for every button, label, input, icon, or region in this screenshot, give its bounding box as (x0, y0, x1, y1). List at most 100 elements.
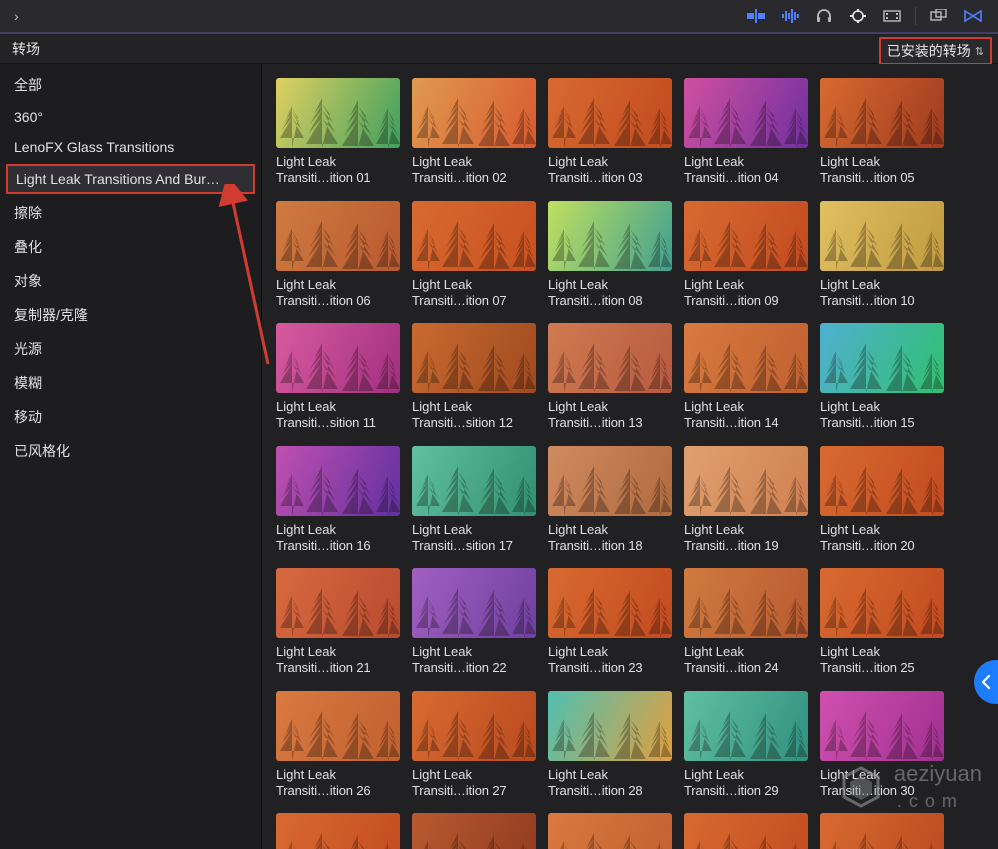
sidebar-item[interactable]: 叠化 (0, 230, 261, 264)
transition-thumb-cell[interactable]: Light LeakTransiti…ition 05 (820, 78, 944, 187)
transition-thumbnail[interactable] (684, 446, 808, 516)
transition-thumb-cell[interactable] (684, 813, 808, 849)
transition-thumbnail[interactable] (548, 691, 672, 761)
transition-thumbnail[interactable] (820, 201, 944, 271)
transition-thumb-cell[interactable]: Light LeakTransiti…ition 07 (412, 201, 536, 310)
transition-thumb-cell[interactable]: Light LeakTransiti…ition 04 (684, 78, 808, 187)
transition-thumb-cell[interactable]: Light LeakTransiti…sition 17 (412, 446, 536, 555)
transition-label: Light LeakTransiti…ition 29 (684, 767, 808, 800)
sidebar-item[interactable]: 模糊 (0, 366, 261, 400)
transition-thumb-cell[interactable]: Light LeakTransiti…ition 27 (412, 691, 536, 800)
transition-thumb-cell[interactable]: Light LeakTransiti…ition 28 (548, 691, 672, 800)
installed-dropdown[interactable]: 已安装的转场 ⇅ (879, 37, 992, 65)
transition-thumbnail[interactable] (276, 813, 400, 849)
transition-thumbnail[interactable] (684, 201, 808, 271)
color-wheel-icon[interactable] (845, 6, 871, 26)
transition-thumbnail[interactable] (684, 568, 808, 638)
transition-thumbnail[interactable] (820, 568, 944, 638)
transition-thumbnail[interactable] (820, 78, 944, 148)
transition-label: Light LeakTransiti…ition 01 (276, 154, 400, 187)
transition-thumbnail[interactable] (684, 813, 808, 849)
sidebar-item[interactable]: Light Leak Transitions And Bur… (6, 164, 255, 194)
transition-thumbnail[interactable] (548, 323, 672, 393)
transition-thumbnail[interactable] (412, 568, 536, 638)
transition-thumbnail[interactable] (276, 201, 400, 271)
transition-thumb-cell[interactable]: Light LeakTransiti…ition 09 (684, 201, 808, 310)
transition-thumb-cell[interactable]: Light LeakTransiti…ition 30 (820, 691, 944, 800)
transition-thumb-cell[interactable]: Light LeakTransiti…ition 22 (412, 568, 536, 677)
transition-thumb-cell[interactable]: Light LeakTransiti…ition 13 (548, 323, 672, 432)
transition-thumb-cell[interactable]: Light LeakTransiti…ition 15 (820, 323, 944, 432)
transition-thumbnail[interactable] (684, 78, 808, 148)
transition-thumb-cell[interactable] (276, 813, 400, 849)
transition-thumbnail[interactable] (820, 446, 944, 516)
transition-thumb-cell[interactable]: Light LeakTransiti…ition 03 (548, 78, 672, 187)
transition-thumbnail[interactable] (820, 691, 944, 761)
transition-label: Light LeakTransiti…ition 19 (684, 522, 808, 555)
transition-thumb-cell[interactable]: Light LeakTransiti…ition 16 (276, 446, 400, 555)
transition-thumb-cell[interactable]: Light LeakTransiti…sition 12 (412, 323, 536, 432)
transition-thumb-cell[interactable]: Light LeakTransiti…ition 19 (684, 446, 808, 555)
transition-thumbnail[interactable] (820, 813, 944, 849)
transition-thumb-cell[interactable]: Light LeakTransiti…ition 26 (276, 691, 400, 800)
transition-thumbnail[interactable] (276, 568, 400, 638)
sidebar-item[interactable]: 已风格化 (0, 434, 261, 468)
transition-thumb-cell[interactable]: Light LeakTransiti…ition 29 (684, 691, 808, 800)
transition-thumb-cell[interactable]: Light LeakTransiti…sition 11 (276, 323, 400, 432)
transition-thumb-cell[interactable] (412, 813, 536, 849)
transition-thumbnail[interactable] (276, 78, 400, 148)
transition-label: Light LeakTransiti…ition 22 (412, 644, 536, 677)
transition-thumb-cell[interactable]: Light LeakTransiti…ition 14 (684, 323, 808, 432)
transition-thumb-cell[interactable]: Light LeakTransiti…ition 01 (276, 78, 400, 187)
transition-thumb-cell[interactable]: Light LeakTransiti…ition 25 (820, 568, 944, 677)
transition-label: Light LeakTransiti…ition 25 (820, 644, 944, 677)
transition-thumbnail[interactable] (276, 691, 400, 761)
transition-thumb-cell[interactable]: Light LeakTransiti…ition 08 (548, 201, 672, 310)
filmstrip-icon[interactable] (879, 6, 905, 26)
sidebar-item[interactable]: 擦除 (0, 196, 261, 230)
transition-label: Light LeakTransiti…ition 05 (820, 154, 944, 187)
align-center-icon[interactable] (743, 6, 769, 26)
transition-thumbnail[interactable] (412, 78, 536, 148)
transition-thumbnail[interactable] (276, 323, 400, 393)
transition-thumbnail[interactable] (820, 323, 944, 393)
transition-thumb-cell[interactable]: Light LeakTransiti…ition 06 (276, 201, 400, 310)
sidebar-item[interactable]: 复制器/克隆 (0, 298, 261, 332)
transition-thumbnail[interactable] (412, 813, 536, 849)
sidebar-item[interactable]: LenoFX Glass Transitions (0, 132, 261, 162)
transition-thumbnail[interactable] (412, 201, 536, 271)
transition-thumb-cell[interactable]: Light LeakTransiti…ition 23 (548, 568, 672, 677)
transition-label: Light LeakTransiti…ition 06 (276, 277, 400, 310)
sidebar-item[interactable]: 光源 (0, 332, 261, 366)
transition-thumbnail[interactable] (548, 78, 672, 148)
transition-thumbnail[interactable] (412, 446, 536, 516)
transition-thumb-cell[interactable]: Light LeakTransiti…ition 21 (276, 568, 400, 677)
transition-thumb-cell[interactable]: Light LeakTransiti…ition 18 (548, 446, 672, 555)
chevron-right-icon[interactable]: › (8, 6, 25, 26)
transition-thumb-cell[interactable]: Light LeakTransiti…ition 20 (820, 446, 944, 555)
toolbar-separator (915, 7, 916, 25)
transition-thumbnail[interactable] (548, 568, 672, 638)
transition-thumbnail[interactable] (684, 691, 808, 761)
transition-thumbnail[interactable] (548, 813, 672, 849)
transition-thumb-cell[interactable]: Light LeakTransiti…ition 02 (412, 78, 536, 187)
transition-thumbnail[interactable] (412, 323, 536, 393)
transition-thumbnail[interactable] (412, 691, 536, 761)
headphones-icon[interactable] (811, 6, 837, 26)
transition-thumb-cell[interactable] (548, 813, 672, 849)
bowtie-icon[interactable] (960, 6, 986, 26)
audio-waveform-icon[interactable] (777, 6, 803, 26)
windows-icon[interactable] (926, 6, 952, 26)
transition-thumbnail[interactable] (684, 323, 808, 393)
transition-thumb-cell[interactable]: Light LeakTransiti…ition 24 (684, 568, 808, 677)
transition-thumb-cell[interactable] (820, 813, 944, 849)
transition-grid-wrap[interactable]: Light LeakTransiti…ition 01 Light LeakTr… (262, 64, 998, 849)
sidebar-item[interactable]: 全部 (0, 68, 261, 102)
sidebar-item[interactable]: 对象 (0, 264, 261, 298)
transition-thumbnail[interactable] (548, 201, 672, 271)
transition-thumb-cell[interactable]: Light LeakTransiti…ition 10 (820, 201, 944, 310)
transition-thumbnail[interactable] (548, 446, 672, 516)
transition-thumbnail[interactable] (276, 446, 400, 516)
sidebar-item[interactable]: 移动 (0, 400, 261, 434)
sidebar-item[interactable]: 360° (0, 102, 261, 132)
